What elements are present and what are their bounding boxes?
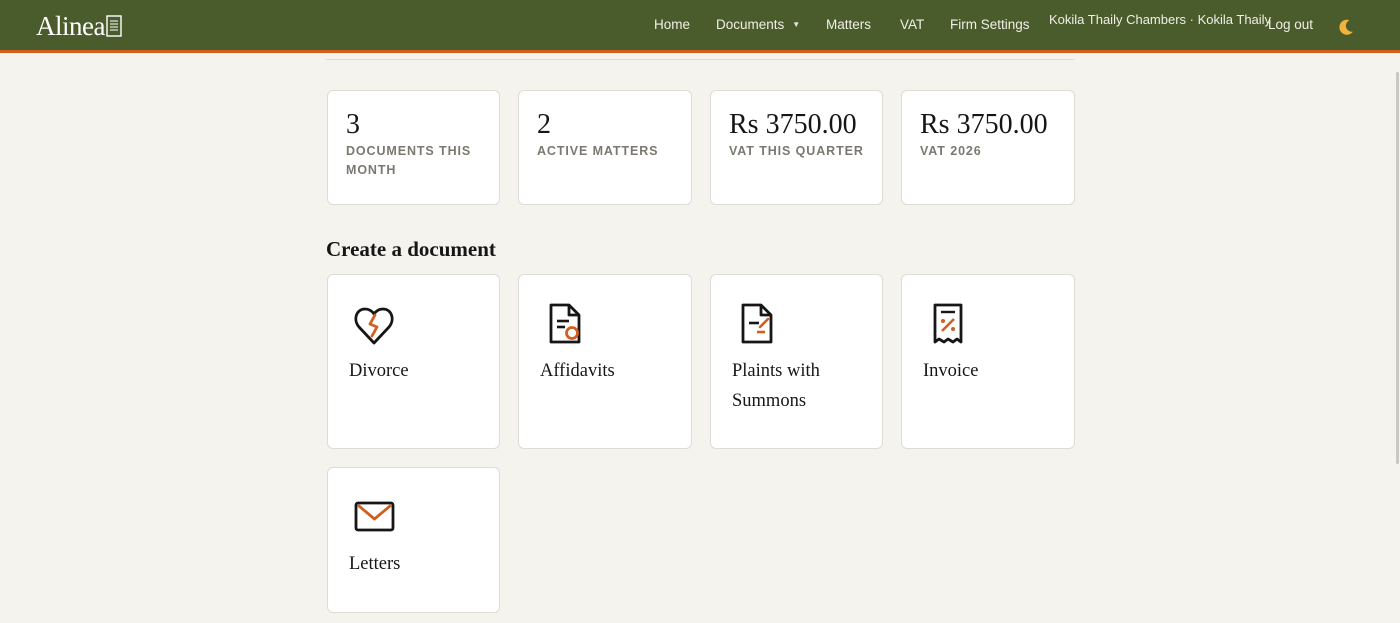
doc-card-plaints[interactable]: Plaints with Summons (710, 274, 883, 449)
stat-card-vat-year: Rs 3750.00 VAT 2026 (901, 90, 1075, 205)
stat-card-documents: 3 Documents this month (327, 90, 500, 205)
doc-label: Affidavits (540, 361, 615, 381)
stat-value: Rs 3750.00 (729, 109, 857, 140)
stat-label: VAT this quarter (729, 144, 864, 158)
receipt-icon (933, 303, 963, 344)
nav-documents[interactable]: Documents ▼ (716, 17, 800, 35)
caret-down-icon: ▼ (792, 20, 801, 29)
document-edit-icon (741, 303, 773, 344)
moon-icon[interactable] (1336, 17, 1356, 37)
current-user: Kokila Thaily Chambers · Kokila Thaily (1049, 12, 1272, 27)
section-title: Create a document (326, 237, 496, 261)
stat-value: 2 (537, 109, 551, 140)
doc-card-affidavits[interactable]: Affidavits (518, 274, 692, 449)
nav-documents-label: Documents (716, 17, 785, 32)
stat-label: Documents this month (346, 144, 472, 177)
doc-card-divorce[interactable]: Divorce (327, 274, 500, 449)
scrollbar[interactable] (1396, 72, 1399, 464)
nav-firm-settings[interactable]: Firm Settings (950, 17, 1030, 33)
stat-card-vat-quarter: Rs 3750.00 VAT this quarter (710, 90, 883, 205)
document-seal-icon (549, 303, 581, 344)
stat-value: 3 (346, 109, 360, 140)
doc-card-letters[interactable]: Letters (327, 467, 500, 613)
top-navbar: Alinea Home Documents ▼ Matters VAT Firm … (0, 0, 1400, 53)
nav-matters[interactable]: Matters (826, 17, 871, 33)
divider (326, 59, 1074, 60)
doc-label: Divorce (349, 361, 409, 381)
doc-label: Letters (349, 554, 401, 574)
broken-heart-icon (354, 307, 394, 345)
stat-label: Active matters (537, 144, 659, 158)
stat-value: Rs 3750.00 (920, 109, 1048, 140)
stat-card-matters: 2 Active matters (518, 90, 692, 205)
doc-label: Plaints with Summons (732, 361, 820, 411)
logout-link[interactable]: Log out (1268, 17, 1313, 33)
brand-name: Alinea (36, 10, 105, 41)
doc-card-invoice[interactable]: Invoice (901, 274, 1075, 449)
nav-vat[interactable]: VAT (900, 17, 924, 33)
doc-label: Invoice (923, 361, 979, 381)
envelope-icon (354, 501, 395, 532)
book-icon (106, 15, 122, 37)
stat-label: VAT 2026 (920, 144, 982, 158)
brand-logo[interactable]: Alinea (36, 10, 122, 42)
nav-home[interactable]: Home (654, 17, 690, 33)
